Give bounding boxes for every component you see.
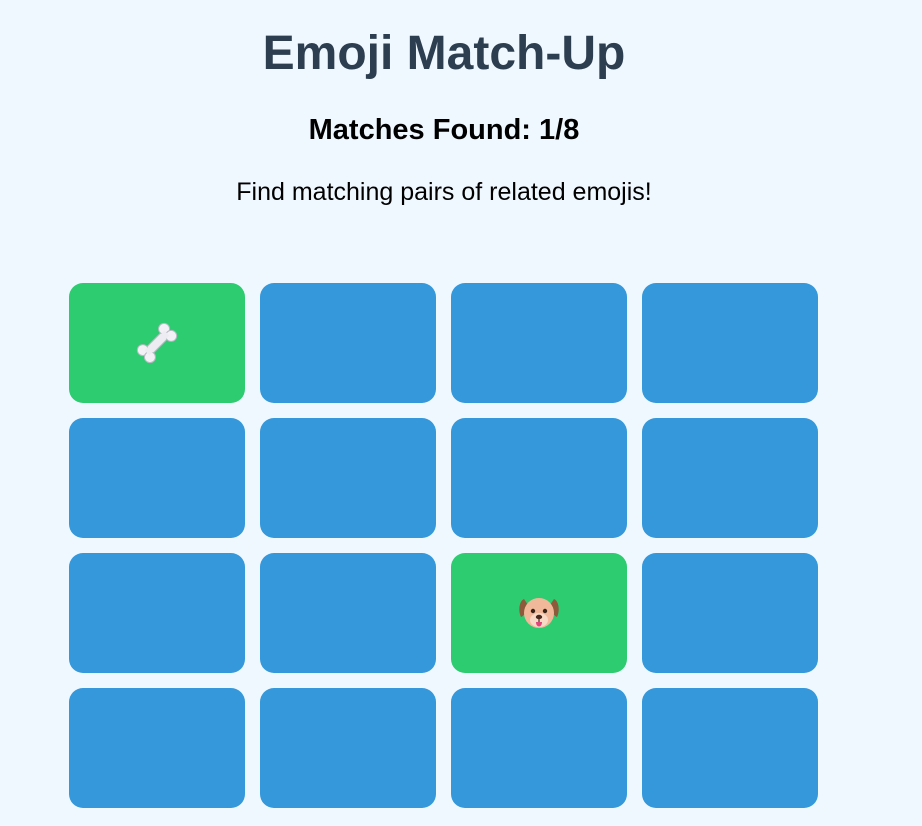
card-11[interactable] bbox=[451, 553, 627, 673]
card-6[interactable] bbox=[260, 418, 436, 538]
dog-face-icon bbox=[515, 589, 563, 637]
card-9[interactable] bbox=[69, 553, 245, 673]
card-13[interactable] bbox=[69, 688, 245, 808]
bone-icon bbox=[132, 318, 182, 368]
card-12[interactable] bbox=[642, 553, 818, 673]
card-8[interactable] bbox=[642, 418, 818, 538]
card-2[interactable] bbox=[260, 283, 436, 403]
card-1[interactable] bbox=[69, 283, 245, 403]
card-4[interactable] bbox=[642, 283, 818, 403]
card-7[interactable] bbox=[451, 418, 627, 538]
card-3[interactable] bbox=[451, 283, 627, 403]
matches-counter: Matches Found: 1/8 bbox=[308, 114, 580, 146]
card-5[interactable] bbox=[69, 418, 245, 538]
game-title: Emoji Match-Up bbox=[262, 27, 626, 80]
card-15[interactable] bbox=[451, 688, 627, 808]
card-grid bbox=[69, 283, 818, 808]
card-16[interactable] bbox=[642, 688, 818, 808]
card-14[interactable] bbox=[260, 688, 436, 808]
card-10[interactable] bbox=[260, 553, 436, 673]
game-instructions: Find matching pairs of related emojis! bbox=[236, 178, 652, 206]
